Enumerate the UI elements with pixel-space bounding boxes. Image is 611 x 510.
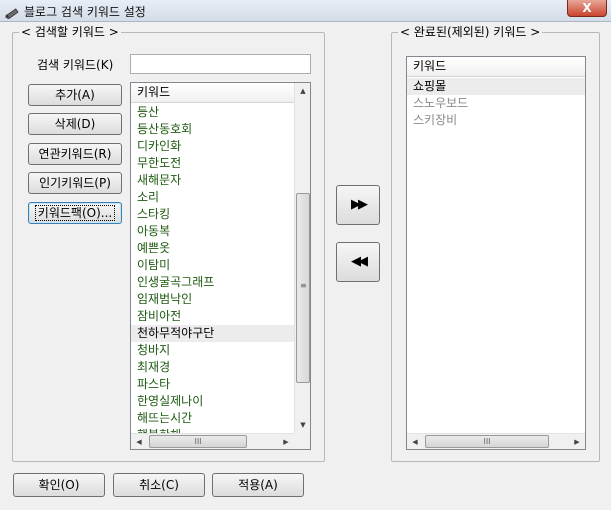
vertical-scroll-thumb[interactable]: ≡ <box>296 193 310 383</box>
done-keyword-column-header[interactable]: 키워드 <box>407 57 585 77</box>
list-item[interactable]: 파스타 <box>131 376 294 393</box>
done-horizontal-scrollbar[interactable]: ◀ III ▶ <box>407 433 585 449</box>
list-item[interactable]: 등산 <box>131 104 294 121</box>
horizontal-scroll-thumb[interactable]: III <box>149 435 247 448</box>
move-right-button[interactable]: ▶▶ <box>336 185 380 225</box>
scroll-right-icon[interactable]: ▶ <box>569 434 585 449</box>
apply-button[interactable]: 적용(A) <box>212 473 304 497</box>
list-item[interactable]: 인생굴곡그래프 <box>131 274 294 291</box>
grip-icon: ≡ <box>300 281 307 290</box>
list-item[interactable]: 청바지 <box>131 342 294 359</box>
search-keyword-input[interactable] <box>130 54 311 74</box>
scroll-left-icon[interactable]: ◀ <box>407 434 423 449</box>
list-item[interactable]: 디카인화 <box>131 138 294 155</box>
close-button[interactable]: X <box>567 0 607 17</box>
list-item[interactable]: 한영실제나이 <box>131 393 294 410</box>
list-item[interactable]: 이탐미 <box>131 257 294 274</box>
list-item[interactable]: 임재범낙인 <box>131 291 294 308</box>
horizontal-scroll-thumb[interactable]: III <box>425 435 549 448</box>
list-item[interactable]: 천하무적야구단 <box>131 325 294 342</box>
search-group-legend: < 검색할 키워드 > <box>19 25 121 39</box>
scroll-down-icon[interactable]: ▼ <box>295 417 310 433</box>
list-item[interactable]: 예쁜옷 <box>131 240 294 257</box>
done-group-legend: < 완료된(제외된) 키워드 > <box>398 25 543 39</box>
list-item[interactable]: 최재경 <box>131 359 294 376</box>
add-button[interactable]: 추가(A) <box>28 84 122 106</box>
ok-button[interactable]: 확인(O) <box>13 473 105 497</box>
horizontal-scrollbar[interactable]: ◀ III ▶ <box>131 433 294 449</box>
scroll-up-icon[interactable]: ▲ <box>295 83 310 99</box>
list-item[interactable]: 해뜨는시간 <box>131 410 294 427</box>
popular-keyword-button[interactable]: 인기키워드(P) <box>28 172 122 194</box>
list-item[interactable]: 스노우보드 <box>407 95 585 112</box>
keyword-column-header[interactable]: 키워드 <box>131 83 295 103</box>
list-item[interactable]: 등산동호회 <box>131 121 294 138</box>
search-keyword-list[interactable]: 키워드 등산 등산동호회 디카인화 무한도전 새해문자 소리 스타킹 아동복 예… <box>130 82 311 450</box>
delete-button[interactable]: 삭제(D) <box>28 113 122 135</box>
list-item[interactable]: 스키장비 <box>407 112 585 129</box>
cancel-button[interactable]: 취소(C) <box>113 473 205 497</box>
window-title: 블로그 검색 키워드 설정 <box>24 5 146 19</box>
related-keyword-button[interactable]: 연관키워드(R) <box>28 143 122 165</box>
scroll-right-icon[interactable]: ▶ <box>278 434 294 449</box>
search-keyword-label: 검색 키워드(K) <box>37 58 114 72</box>
list-item[interactable]: 아동복 <box>131 223 294 240</box>
dialog-body: < 검색할 키워드 > 검색 키워드(K) 추가(A) 삭제(D) 연관키워드(… <box>0 22 611 510</box>
list-item[interactable]: 소리 <box>131 189 294 206</box>
vertical-scrollbar[interactable]: ▲ ≡ ▼ <box>294 83 310 433</box>
list-item[interactable]: 쇼핑몰 <box>407 78 585 95</box>
title-bar: 블로그 검색 키워드 설정 X <box>0 0 611 22</box>
move-left-button[interactable]: ◀◀ <box>336 242 380 282</box>
done-keyword-group: < 완료된(제외된) 키워드 > 키워드 쇼핑몰 스노우보드 스키장비 ◀ II… <box>391 25 600 462</box>
scroll-corner <box>294 433 310 449</box>
keyword-pack-button[interactable]: 키워드팩(O)... <box>28 202 122 224</box>
list-item[interactable]: 스타킹 <box>131 206 294 223</box>
list-item[interactable]: 잠비아전 <box>131 308 294 325</box>
scroll-left-icon[interactable]: ◀ <box>131 434 147 449</box>
search-keyword-group: < 검색할 키워드 > 검색 키워드(K) 추가(A) 삭제(D) 연관키워드(… <box>12 25 325 462</box>
pencil-icon <box>5 8 19 19</box>
list-item[interactable]: 무한도전 <box>131 155 294 172</box>
list-item[interactable]: 새해문자 <box>131 172 294 189</box>
done-keyword-rows: 쇼핑몰 스노우보드 스키장비 <box>407 78 585 129</box>
done-keyword-list[interactable]: 키워드 쇼핑몰 스노우보드 스키장비 ◀ III ▶ <box>406 56 586 450</box>
search-keyword-rows: 등산 등산동호회 디카인화 무한도전 새해문자 소리 스타킹 아동복 예쁜옷 이… <box>131 104 294 444</box>
